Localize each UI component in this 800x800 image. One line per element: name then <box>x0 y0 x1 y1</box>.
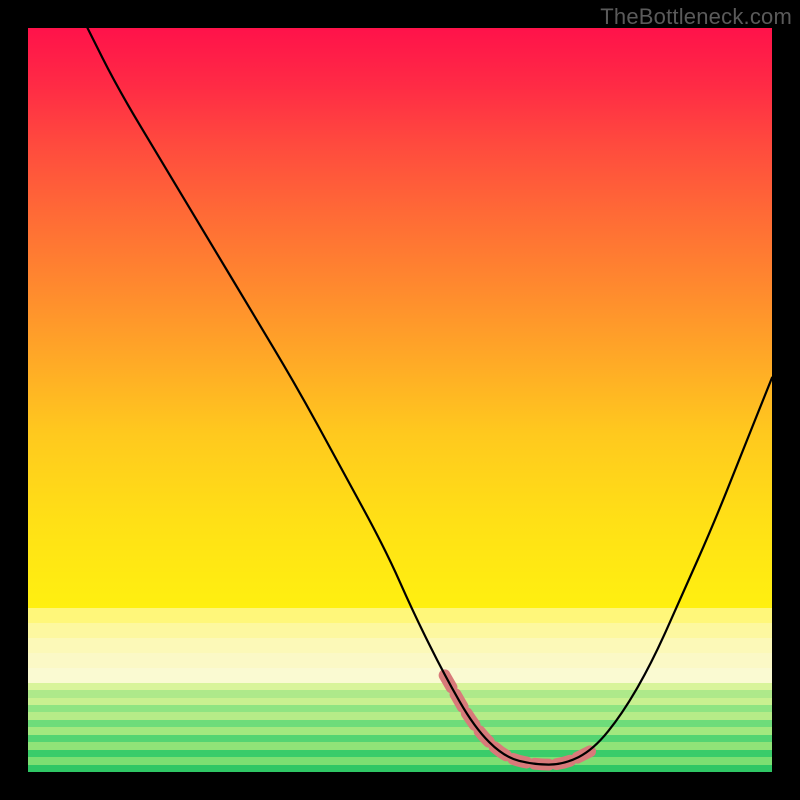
outer-frame: TheBottleneck.com <box>0 0 800 800</box>
bottleneck-curve <box>88 28 773 765</box>
watermark-text: TheBottleneck.com <box>600 4 792 30</box>
curve-layer <box>28 28 772 772</box>
plot-area <box>28 28 772 772</box>
trough-highlight <box>445 675 594 764</box>
